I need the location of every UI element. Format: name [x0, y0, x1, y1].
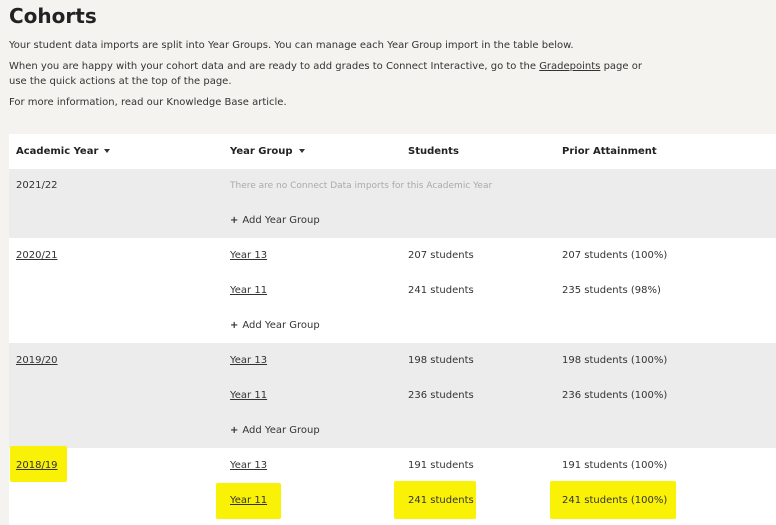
students-count: 207 students	[408, 250, 474, 261]
academic-year-link[interactable]: 2019/20	[16, 354, 58, 368]
intro-text-part: When you are happy with your cohort data…	[9, 61, 540, 72]
add-year-group-button[interactable]: + Add Year Group	[230, 424, 320, 438]
prior-attainment-value: 191 students (100%)	[562, 460, 668, 471]
plus-icon: +	[230, 320, 239, 331]
students-count: 236 students	[408, 390, 474, 401]
intro-text: Your student data imports are split into…	[9, 40, 574, 51]
add-year-group-label: Add Year Group	[242, 215, 320, 226]
year-group-link[interactable]: Year 13	[230, 249, 267, 263]
add-year-group-label: Add Year Group	[242, 425, 320, 436]
prior-attainment-value: 207 students (100%)	[562, 250, 668, 261]
year-group-link[interactable]: Year 11	[230, 389, 267, 403]
prior-attainment-value: 235 students (98%)	[562, 285, 661, 296]
students-count: 241 students	[408, 285, 474, 296]
academic-year-link[interactable]: 2020/21	[16, 249, 58, 263]
year-group-link[interactable]: Year 13	[230, 354, 267, 368]
caret-down-icon	[104, 149, 111, 153]
prior-attainment-value: 241 students (100%)	[562, 495, 668, 506]
intro-text-quick-actions: use the quick actions at the top of the …	[9, 76, 232, 87]
students-count: 241 students	[408, 495, 474, 506]
intro-text-gradepoints: When you are happy with your cohort data…	[9, 59, 642, 74]
gradepoints-link[interactable]: Gradepoints	[539, 61, 600, 72]
students-count: 191 students	[408, 460, 474, 471]
cohorts-table: Academic Year Year Group Students Prior …	[9, 134, 776, 525]
prior-attainment-value: 198 students (100%)	[562, 355, 668, 366]
header-label: Academic Year	[16, 146, 99, 157]
knowledge-base-text: For more information, read our Knowledge…	[9, 97, 287, 108]
add-year-group-label: Add Year Group	[242, 320, 320, 331]
academic-year-link[interactable]: 2018/19	[16, 459, 58, 473]
students-count: 198 students	[408, 355, 474, 366]
intro-text-part: page or	[600, 61, 642, 72]
year-group-link[interactable]: Year 13	[230, 459, 267, 473]
plus-icon: +	[230, 215, 239, 226]
header-year-group[interactable]: Year Group	[230, 145, 305, 159]
empty-message: There are no Connect Data imports for th…	[230, 181, 493, 191]
caret-down-icon	[298, 149, 305, 153]
academic-year-label: 2021/22	[16, 180, 58, 191]
year-group-link[interactable]: Year 11	[230, 494, 267, 508]
prior-attainment-value: 236 students (100%)	[562, 390, 668, 401]
header-students: Students	[408, 146, 459, 157]
year-group-link[interactable]: Year 11	[230, 284, 267, 298]
header-prior-attainment: Prior Attainment	[562, 146, 657, 157]
plus-icon: +	[230, 425, 239, 436]
header-academic-year[interactable]: Academic Year	[16, 145, 111, 159]
add-year-group-button[interactable]: + Add Year Group	[230, 214, 320, 228]
header-label: Year Group	[230, 146, 293, 157]
page-title: Cohorts	[9, 4, 97, 28]
add-year-group-button[interactable]: + Add Year Group	[230, 319, 320, 333]
